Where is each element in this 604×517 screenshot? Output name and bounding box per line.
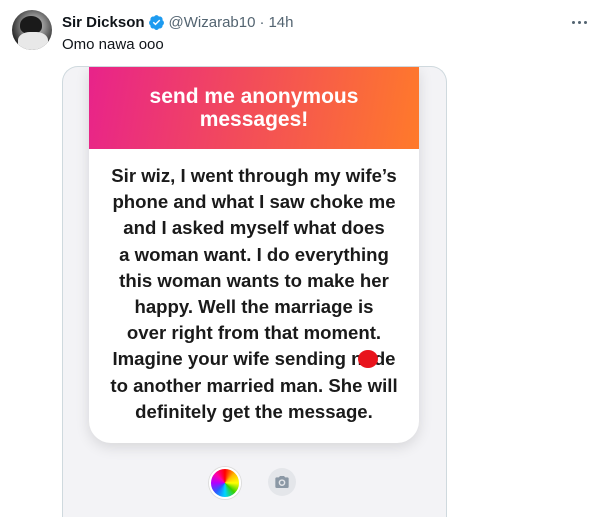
tweet-header: Sir Dickson @Wizarab10 · 14h <box>62 12 294 32</box>
timestamp[interactable]: 14h <box>268 14 293 31</box>
card-header-text: send me anonymous messages! <box>139 85 369 131</box>
message-line: and I asked myself what does <box>123 217 385 239</box>
avatar-shirt-shape <box>18 32 48 50</box>
message-line: a woman want. I do everything <box>119 243 389 265</box>
more-dot <box>571 20 575 24</box>
camera-icon[interactable] <box>268 468 296 496</box>
user-handle[interactable]: @Wizarab10 <box>169 14 256 31</box>
camera-glyph-icon <box>275 476 289 488</box>
display-name[interactable]: Sir Dickson <box>62 14 145 31</box>
avatar[interactable] <box>12 10 52 50</box>
tweet-media-image[interactable]: send me anonymous messages! Sir wiz, I w… <box>62 66 447 517</box>
red-redaction-dot <box>358 350 378 368</box>
anonymous-message-card: send me anonymous messages! Sir wiz, I w… <box>89 67 419 443</box>
verified-badge-icon <box>148 14 164 30</box>
message-line: phone and what I saw choke me <box>112 191 396 213</box>
card-header-line: messages! <box>199 108 309 131</box>
more-dot <box>583 20 587 24</box>
message-line: Sir wiz, I went through my wife’s <box>111 165 397 186</box>
message-line: definitely get the message. <box>135 400 373 422</box>
message-line: happy. Well the marriage is <box>134 296 374 318</box>
message-line: to another married man. She will <box>110 374 398 396</box>
card-message: Sir wiz, I went through my wife’s phone … <box>89 149 419 425</box>
more-horizontal-icon[interactable] <box>568 12 590 32</box>
separator-dot: · <box>259 13 265 31</box>
tweet: Sir Dickson @Wizarab10 · 14h Omo nawa oo… <box>0 0 604 517</box>
card-header: send me anonymous messages! <box>89 67 419 149</box>
message-line: over right from that moment. <box>126 322 382 344</box>
more-dot <box>577 20 581 24</box>
tweet-text: Omo nawa ooo <box>62 36 164 53</box>
color-wheel-icon[interactable] <box>209 467 241 499</box>
message-line: this woman wants to make her <box>119 269 389 291</box>
card-header-line: send me anonymous <box>149 85 359 108</box>
